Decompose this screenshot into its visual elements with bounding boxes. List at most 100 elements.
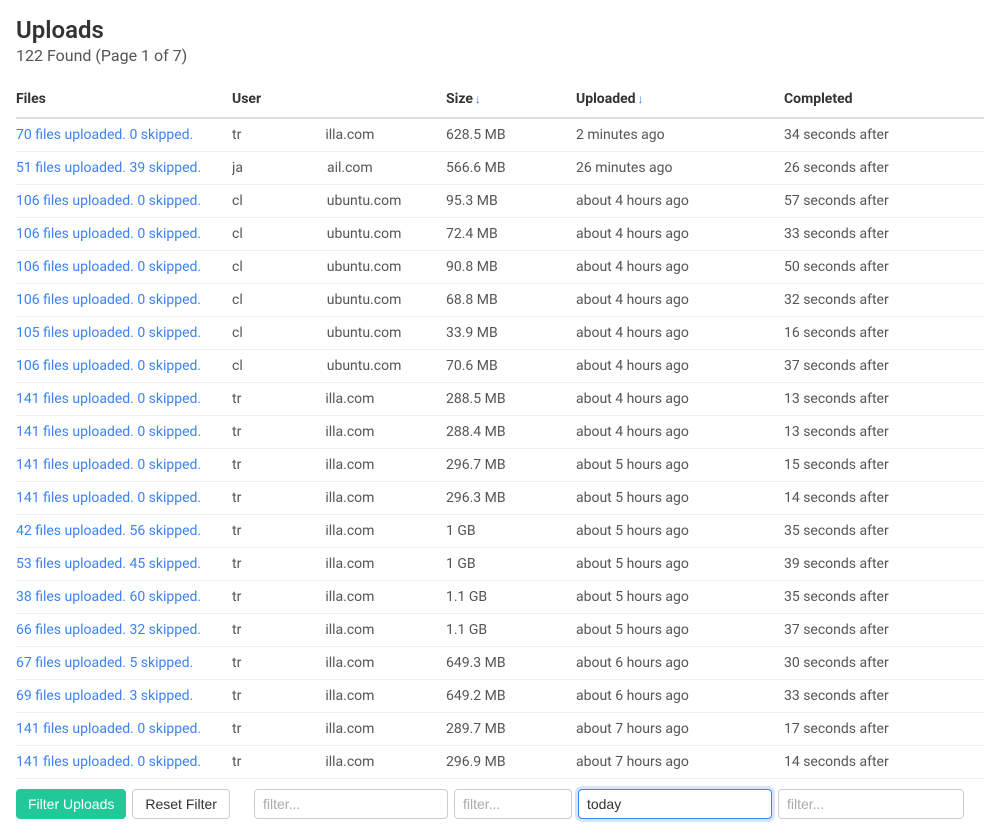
completed-cell: 30 seconds after bbox=[784, 647, 984, 680]
column-header-uploaded[interactable]: Uploaded↓ bbox=[576, 81, 784, 118]
files-link[interactable]: 38 files uploaded. 60 skipped. bbox=[16, 589, 201, 605]
column-header-files[interactable]: Files bbox=[16, 81, 232, 118]
uploaded-cell: about 5 hours ago bbox=[576, 482, 784, 515]
user-suffix: ubuntu.com bbox=[327, 226, 402, 242]
user-cell: tr illa.com bbox=[232, 449, 446, 482]
user-prefix: tr bbox=[232, 424, 241, 440]
user-prefix: tr bbox=[232, 655, 241, 671]
user-cell: tr illa.com bbox=[232, 515, 446, 548]
completed-cell: 33 seconds after bbox=[784, 218, 984, 251]
column-header-completed[interactable]: Completed bbox=[784, 81, 984, 118]
user-cell: tr illa.com bbox=[232, 647, 446, 680]
files-link[interactable]: 141 files uploaded. 0 skipped. bbox=[16, 721, 201, 737]
files-cell: 106 files uploaded. 0 skipped. bbox=[16, 185, 232, 218]
user-prefix: tr bbox=[232, 457, 241, 473]
user-suffix: illa.com bbox=[325, 655, 374, 671]
completed-cell: 15 seconds after bbox=[784, 449, 984, 482]
files-link[interactable]: 141 files uploaded. 0 skipped. bbox=[16, 490, 201, 506]
files-link[interactable]: 106 files uploaded. 0 skipped. bbox=[16, 193, 201, 209]
size-cell: 1.1 GB bbox=[446, 581, 576, 614]
page-subtitle: 122 Found (Page 1 of 7) bbox=[16, 46, 984, 65]
files-link[interactable]: 106 files uploaded. 0 skipped. bbox=[16, 358, 201, 374]
completed-cell: 14 seconds after bbox=[784, 746, 984, 779]
filter-size-input[interactable] bbox=[454, 789, 572, 819]
files-link[interactable]: 66 files uploaded. 32 skipped. bbox=[16, 622, 201, 638]
user-prefix: tr bbox=[232, 688, 241, 704]
completed-cell: 34 seconds after bbox=[784, 118, 984, 152]
user-suffix: ubuntu.com bbox=[327, 358, 402, 374]
user-prefix: tr bbox=[232, 622, 241, 638]
reset-filter-button[interactable]: Reset Filter bbox=[132, 789, 230, 819]
size-cell: 288.4 MB bbox=[446, 416, 576, 449]
files-link[interactable]: 67 files uploaded. 5 skipped. bbox=[16, 655, 193, 671]
files-link[interactable]: 42 files uploaded. 56 skipped. bbox=[16, 523, 201, 539]
user-prefix: cl bbox=[232, 292, 243, 308]
uploaded-cell: about 4 hours ago bbox=[576, 185, 784, 218]
completed-cell: 37 seconds after bbox=[784, 350, 984, 383]
filter-uploaded-input[interactable] bbox=[578, 789, 772, 819]
table-row: 67 files uploaded. 5 skipped.trilla.com6… bbox=[16, 647, 984, 680]
user-prefix: tr bbox=[232, 589, 241, 605]
files-link[interactable]: 141 files uploaded. 0 skipped. bbox=[16, 754, 201, 770]
size-cell: 296.7 MB bbox=[446, 449, 576, 482]
files-link[interactable]: 141 files uploaded. 0 skipped. bbox=[16, 391, 201, 407]
user-prefix: cl bbox=[232, 226, 243, 242]
user-suffix: illa.com bbox=[325, 523, 374, 539]
column-header-size[interactable]: Size↓ bbox=[446, 81, 576, 118]
user-cell: jaail.com bbox=[232, 152, 446, 185]
table-row: 53 files uploaded. 45 skipped. tr illa.com… bbox=[16, 548, 984, 581]
files-cell: 106 files uploaded. 0 skipped. bbox=[16, 350, 232, 383]
sort-arrow-icon: ↓ bbox=[475, 92, 481, 106]
user-suffix: illa.com bbox=[325, 556, 374, 572]
size-cell: 566.6 MB bbox=[446, 152, 576, 185]
filter-row: Filter Uploads Reset Filter bbox=[16, 789, 984, 819]
completed-cell: 37 seconds after bbox=[784, 614, 984, 647]
size-cell: 70.6 MB bbox=[446, 350, 576, 383]
files-link[interactable]: 106 files uploaded. 0 skipped. bbox=[16, 259, 201, 275]
files-link[interactable]: 51 files uploaded. 39 skipped. bbox=[16, 160, 201, 176]
files-cell: 53 files uploaded. 45 skipped. bbox=[16, 548, 232, 581]
user-cell: trilla.com bbox=[232, 746, 446, 779]
files-link[interactable]: 141 files uploaded. 0 skipped. bbox=[16, 424, 201, 440]
user-cell: clubuntu.com bbox=[232, 350, 446, 383]
user-cell: clubuntu.com bbox=[232, 251, 446, 284]
user-cell: cl ubuntu.com bbox=[232, 218, 446, 251]
files-link[interactable]: 106 files uploaded. 0 skipped. bbox=[16, 226, 201, 242]
files-link[interactable]: 106 files uploaded. 0 skipped. bbox=[16, 292, 201, 308]
user-prefix: tr bbox=[232, 556, 241, 572]
user-prefix: tr bbox=[232, 391, 241, 407]
filter-uploads-button[interactable]: Filter Uploads bbox=[16, 789, 126, 819]
user-suffix: illa.com bbox=[325, 688, 374, 704]
user-suffix: illa.com bbox=[325, 622, 374, 638]
column-header-user[interactable]: User bbox=[232, 81, 446, 118]
uploaded-cell: about 4 hours ago bbox=[576, 284, 784, 317]
user-prefix: tr bbox=[232, 523, 241, 539]
completed-cell: 39 seconds after bbox=[784, 548, 984, 581]
user-cell: tr illa.com bbox=[232, 416, 446, 449]
user-suffix: illa.com bbox=[325, 457, 374, 473]
completed-cell: 50 seconds after bbox=[784, 251, 984, 284]
files-link[interactable]: 141 files uploaded. 0 skipped. bbox=[16, 457, 201, 473]
uploaded-cell: about 7 hours ago bbox=[576, 713, 784, 746]
user-prefix: cl bbox=[232, 259, 243, 275]
user-suffix: illa.com bbox=[325, 424, 374, 440]
user-prefix: cl bbox=[232, 193, 243, 209]
uploaded-cell: about 6 hours ago bbox=[576, 680, 784, 713]
files-cell: 38 files uploaded. 60 skipped. bbox=[16, 581, 232, 614]
user-cell: trilla.com bbox=[232, 383, 446, 416]
files-link[interactable]: 70 files uploaded. 0 skipped. bbox=[16, 127, 193, 143]
completed-cell: 16 seconds after bbox=[784, 317, 984, 350]
size-cell: 95.3 MB bbox=[446, 185, 576, 218]
files-link[interactable]: 53 files uploaded. 45 skipped. bbox=[16, 556, 201, 572]
completed-cell: 57 seconds after bbox=[784, 185, 984, 218]
uploaded-cell: about 4 hours ago bbox=[576, 218, 784, 251]
table-row: 106 files uploaded. 0 skipped. cl ubuntu.c… bbox=[16, 218, 984, 251]
filter-completed-input[interactable] bbox=[778, 789, 964, 819]
filter-user-input[interactable] bbox=[254, 789, 448, 819]
table-row: 141 files uploaded. 0 skipped. tr illa.com… bbox=[16, 416, 984, 449]
user-prefix: tr bbox=[232, 721, 241, 737]
uploaded-cell: about 4 hours ago bbox=[576, 416, 784, 449]
size-cell: 1 GB bbox=[446, 548, 576, 581]
files-link[interactable]: 105 files uploaded. 0 skipped. bbox=[16, 325, 201, 341]
files-link[interactable]: 69 files uploaded. 3 skipped. bbox=[16, 688, 193, 704]
